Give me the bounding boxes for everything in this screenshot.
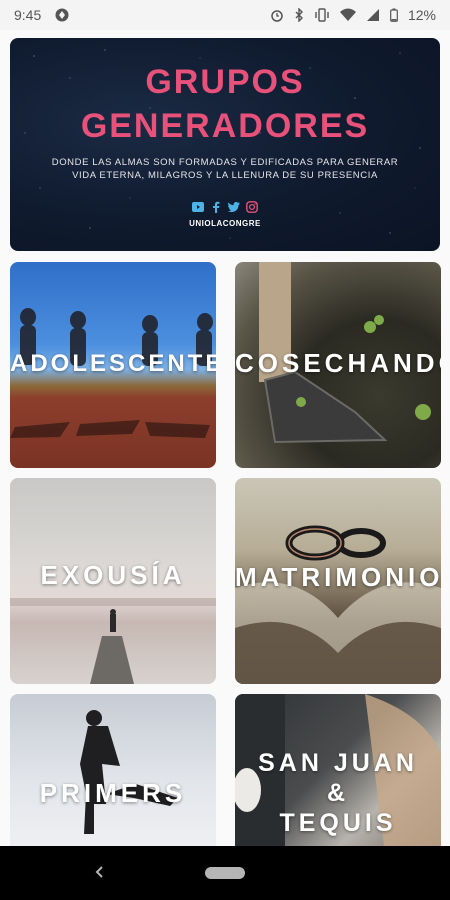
group-label: PRIMERS — [39, 778, 187, 808]
hero-subtitle: DONDE LAS ALMAS SON FORMADAS Y EDIFICADA… — [40, 156, 410, 182]
hero-title-line2: GENERADORES — [80, 107, 370, 145]
hero-title-line1: GRUPOS — [145, 63, 305, 101]
facebook-icon[interactable] — [210, 201, 222, 213]
group-label: COSECHANDO — [235, 348, 441, 378]
hero-subtitle-line2: VIDA ETERNA, MILAGROS Y LA LLENURA DE SU… — [72, 170, 378, 181]
instagram-icon[interactable] — [246, 201, 258, 213]
group-card-primers[interactable]: PRIMERS — [10, 694, 216, 846]
group-card-cosechando[interactable]: COSECHANDO — [235, 262, 441, 468]
group-label-line3: TEQUIS — [279, 809, 397, 837]
status-icons: 12% — [270, 7, 436, 23]
wifi-icon — [339, 8, 356, 22]
hero-banner: GRUPOS GENERADORES DONDE LAS ALMAS SON F… — [10, 38, 440, 251]
primers-photo — [80, 710, 178, 834]
app-notification-icon — [55, 8, 69, 22]
back-icon[interactable] — [90, 862, 110, 882]
group-label-multiline: SAN JUAN & TEQUIS — [235, 748, 441, 838]
vibrate-icon — [314, 8, 330, 22]
navigation-bar — [0, 846, 450, 900]
status-time: 9:45 — [14, 7, 42, 23]
battery-percent: 12% — [407, 7, 436, 23]
group-label: ADOLESCENTES — [10, 350, 216, 377]
bluetooth-icon — [294, 8, 304, 22]
group-label: EXOUSÍA — [40, 560, 186, 590]
group-label-line2: & — [326, 779, 350, 807]
alarm-icon — [270, 8, 284, 22]
group-card-adolescentes[interactable]: ADOLESCENTES — [10, 262, 216, 468]
social-links — [10, 201, 440, 213]
group-label: MATRIMONIOS — [235, 562, 441, 592]
signal-icon — [366, 8, 380, 22]
status-bar: 9:45 12% — [0, 0, 450, 30]
group-card-san-juan-tequis[interactable]: SAN JUAN & TEQUIS — [235, 694, 441, 846]
group-label-line1: SAN JUAN — [258, 749, 418, 777]
twitter-icon[interactable] — [228, 201, 240, 213]
youtube-icon[interactable] — [192, 201, 204, 213]
battery-icon — [390, 8, 398, 22]
hero-handle: UNIOLACONGRE — [189, 219, 261, 228]
group-card-matrimonios[interactable]: MATRIMONIOS — [235, 478, 441, 684]
group-list[interactable]: GRUPOS GENERADORES DONDE LAS ALMAS SON F… — [0, 30, 450, 846]
hero-title: GRUPOS GENERADORES — [10, 60, 440, 148]
group-card-exousia[interactable]: EXOUSÍA — [10, 478, 216, 684]
home-pill-icon[interactable] — [205, 867, 245, 879]
hero-subtitle-line1: DONDE LAS ALMAS SON FORMADAS Y EDIFICADA… — [51, 157, 399, 168]
